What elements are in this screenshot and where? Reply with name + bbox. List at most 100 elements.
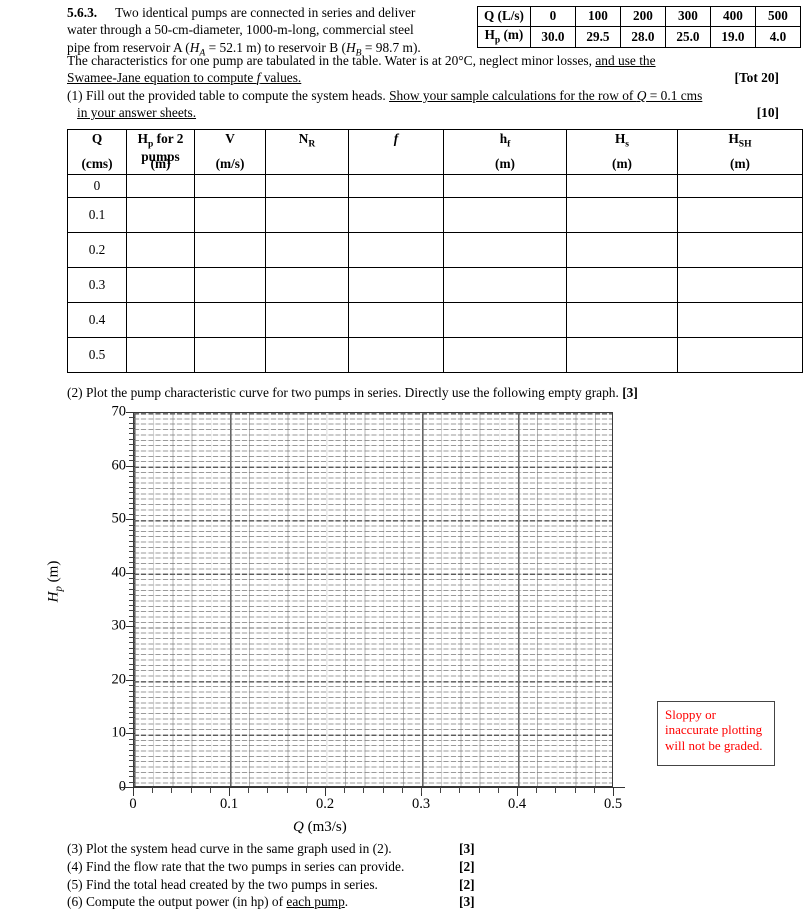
col-header-q: Q (cms) [67,129,127,175]
x-tick-mark-minor [344,787,346,793]
cell-hsh[interactable] [677,267,803,303]
table-row: 0.1 [67,197,803,233]
cell-v[interactable] [194,174,266,198]
table-row: 0 [67,174,803,198]
cell-hp[interactable] [126,232,195,268]
problem-statement-body: The characteristics for one pump are tab… [67,52,779,122]
x-tick-mark-minor [363,787,365,793]
y-tick-mark-minor [129,556,135,558]
cell-v[interactable] [194,337,266,373]
cell-v[interactable] [194,232,266,268]
cell-hs[interactable] [566,197,678,233]
cell-hs[interactable] [566,174,678,198]
cell-nr[interactable] [265,337,349,373]
pump-table-hp-3: 25.0 [664,25,711,49]
cell-hsh[interactable] [677,197,803,233]
y-tick-mark-minor [129,454,135,456]
y-tick-label: 50 [111,510,127,527]
col-header-friction-factor: f [348,129,444,175]
cell-v[interactable] [194,197,266,233]
cell-f[interactable] [348,267,444,303]
cell-nr[interactable] [265,267,349,303]
cell-f[interactable] [348,337,444,373]
x-tick-mark-minor [459,787,461,793]
x-tick-label: 0.2 [315,796,335,812]
cell-hs[interactable] [566,267,678,303]
y-tick-mark-minor [129,497,135,499]
cell-hs[interactable] [566,232,678,268]
x-tick-label: 0.5 [603,796,623,812]
x-tick-mark-minor [593,787,595,793]
y-tick-mark-minor [129,562,135,563]
problem-item-2: (2) Plot the pump characteristic curve f… [67,385,638,400]
plot-area[interactable] [133,412,613,787]
cell-hf[interactable] [443,174,567,198]
y-tick-mark-minor [129,508,135,510]
y-tick-label: 10 [111,724,127,741]
cell-hsh[interactable] [677,174,803,198]
y-tick-mark-minor [129,776,135,778]
y-tick-mark-minor [129,594,135,596]
y-tick-mark-minor [129,701,135,703]
cell-f[interactable] [348,197,444,233]
y-tick-mark-minor [129,610,135,612]
pump-table-hp-label: Hp (m) [477,25,531,49]
cell-hf[interactable] [443,267,567,303]
x-tick-mark-minor [190,787,192,793]
x-tick-mark-minor [440,787,442,793]
problem-item-4: (4) Find the flow rate that the two pump… [67,858,475,874]
cell-hp[interactable] [126,197,195,233]
cell-nr[interactable] [265,174,349,198]
y-tick-mark-minor [129,551,135,553]
cell-v[interactable] [194,302,266,338]
y-tick-mark-minor [129,712,135,713]
cell-v[interactable] [194,267,266,303]
y-tick-mark-minor [129,669,135,671]
system-head-answer-table: Q (cms) Hp for 2 pumps (m) V (m/s) NR f … [67,129,803,373]
item-1-marks: [10] [756,105,779,121]
cell-f[interactable] [348,302,444,338]
cell-f[interactable] [348,232,444,268]
y-axis-label: Hp (m) [45,560,65,603]
cell-hp[interactable] [126,174,195,198]
y-tick-mark-major [126,572,135,574]
cell-hp[interactable] [126,337,195,373]
cell-hp[interactable] [126,302,195,338]
table-row: 0.4 [67,302,803,338]
table-row: Q (L/s) 0 100 200 300 400 500 [477,6,801,27]
col-header-velocity: V (m/s) [194,129,266,175]
y-tick-mark-minor [129,647,135,649]
cell-nr[interactable] [265,302,349,338]
cell-hsh[interactable] [677,337,803,373]
x-tick-mark-minor [574,787,576,793]
cell-hp[interactable] [126,267,195,303]
x-tick-mark-major [613,787,614,796]
y-tick-mark-minor [129,481,135,483]
cell-hf[interactable] [443,232,567,268]
cell-hs[interactable] [566,302,678,338]
cell-hs[interactable] [566,337,678,373]
y-tick-mark-minor [129,417,135,419]
pump-table-hp-4: 19.0 [709,25,756,49]
y-tick-mark-major [126,626,135,628]
y-tick-mark-minor [129,728,135,730]
y-tick-mark-minor [129,460,135,462]
y-tick-label: 60 [111,457,127,474]
cell-nr[interactable] [265,197,349,233]
cell-hf[interactable] [443,337,567,373]
cell-hsh[interactable] [677,232,803,268]
y-tick-mark-minor [129,663,135,665]
cell-nr[interactable] [265,232,349,268]
cell-f[interactable] [348,174,444,198]
y-tick-mark-minor [129,685,135,687]
worksheet-page: 5.6.3. Two identical pumps are connected … [0,0,809,909]
cell-hf[interactable] [443,302,567,338]
cell-hsh[interactable] [677,302,803,338]
item-2-marks: [3] [622,385,638,400]
y-tick-mark-minor [129,487,135,488]
y-tick-mark-minor [129,722,135,724]
cell-hf[interactable] [443,197,567,233]
y-tick-mark-minor [129,529,135,531]
y-tick-mark-minor [129,760,135,762]
y-tick-mark-minor [129,754,135,756]
